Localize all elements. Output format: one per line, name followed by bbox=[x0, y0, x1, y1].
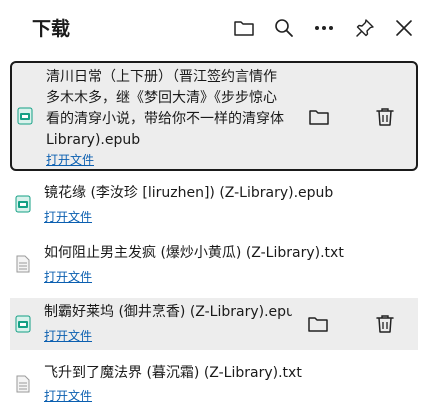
epub-file-icon bbox=[15, 195, 31, 213]
epub-file-icon bbox=[17, 107, 33, 125]
search-icon bbox=[275, 19, 293, 37]
file-name-line: 看的清穿小说，带给你不一样的清穿体 bbox=[46, 111, 284, 127]
folder-icon bbox=[309, 110, 329, 125]
panel-title: 下载 bbox=[32, 18, 71, 40]
more-options-button[interactable] bbox=[309, 13, 339, 43]
trash-icon bbox=[376, 315, 394, 333]
open-folder-button[interactable] bbox=[229, 13, 259, 43]
folder-icon bbox=[234, 21, 254, 36]
text-file-icon bbox=[16, 255, 30, 273]
pin-icon bbox=[356, 19, 374, 37]
open-file-link[interactable]: 打开文件 bbox=[44, 387, 92, 404]
file-name: 飞升到了魔法界 (暮沉霜) (Z-Library).txt bbox=[44, 365, 302, 381]
search-button[interactable] bbox=[269, 13, 299, 43]
file-name-line: Library).epub bbox=[46, 132, 141, 148]
file-name: 制霸好莱坞 (御井烹香) (Z-Library).epub bbox=[44, 304, 292, 320]
show-in-folder-button[interactable] bbox=[304, 102, 334, 132]
download-item[interactable]: 飞升到了魔法界 (暮沉霜) (Z-Library).txt 打开文件 bbox=[10, 358, 418, 412]
folder-icon bbox=[308, 317, 328, 332]
file-name: 镜花缘 (李汝珍 [liruzhen]) (Z-Library).epub bbox=[44, 185, 334, 201]
file-name-line: 清川日常（上下册）（晋江签约言情作 bbox=[46, 69, 277, 85]
download-item[interactable]: 如何阻止男主发疯 (爆炒小黄瓜) (Z-Library).txt 打开文件 bbox=[10, 238, 418, 292]
open-file-link[interactable]: 打开文件 bbox=[46, 151, 94, 168]
pin-button[interactable] bbox=[350, 13, 380, 43]
file-name: 如何阻止男主发疯 (爆炒小黄瓜) (Z-Library).txt bbox=[44, 245, 344, 261]
show-in-folder-button[interactable] bbox=[303, 309, 333, 339]
delete-button[interactable] bbox=[370, 309, 400, 339]
open-file-link[interactable]: 打开文件 bbox=[44, 268, 92, 285]
download-item[interactable]: 清川日常（上下册）（晋江签约言情作 多木木多，继《梦回大清》《步步惊心 看的清穿… bbox=[10, 61, 418, 171]
file-name-line: 多木木多，继《梦回大清》《步步惊心 bbox=[46, 90, 277, 106]
close-button[interactable] bbox=[389, 13, 419, 43]
text-file-icon bbox=[16, 375, 30, 393]
delete-button[interactable] bbox=[370, 102, 400, 132]
open-file-link[interactable]: 打开文件 bbox=[44, 208, 92, 225]
close-icon bbox=[396, 20, 412, 36]
file-name: 清川日常（上下册）（晋江签约言情作 多木木多，继《梦回大清》《步步惊心 看的清穿… bbox=[46, 67, 296, 153]
download-item[interactable]: 镜花缘 (李汝珍 [liruzhen]) (Z-Library).epub 打开… bbox=[10, 178, 418, 232]
open-file-link[interactable]: 打开文件 bbox=[44, 327, 92, 344]
download-item[interactable]: 制霸好莱坞 (御井烹香) (Z-Library).epub 打开文件 bbox=[10, 298, 418, 350]
epub-file-icon bbox=[15, 315, 31, 333]
downloads-header: 下载 bbox=[0, 0, 425, 56]
trash-icon bbox=[376, 108, 394, 126]
more-icon bbox=[315, 26, 333, 30]
